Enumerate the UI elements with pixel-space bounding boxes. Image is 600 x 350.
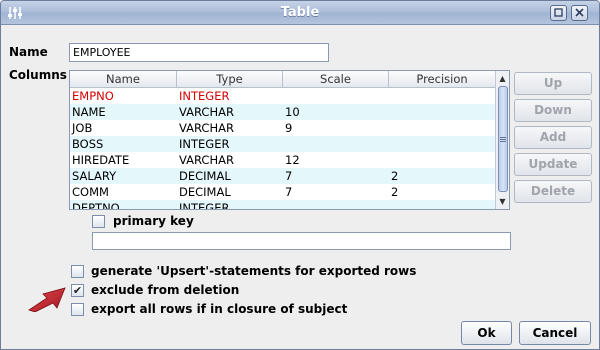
cell-scale — [283, 136, 389, 152]
table-row[interactable]: JOB VARCHAR 9 — [70, 120, 496, 136]
add-button[interactable]: Add — [514, 126, 592, 149]
cell-precision — [389, 88, 496, 104]
table-row[interactable]: BOSS INTEGER — [70, 136, 496, 152]
export-all-label: export all rows if in closure of subject — [91, 302, 348, 316]
title-bar[interactable]: Table — [1, 1, 599, 25]
columns-label: Columns — [9, 68, 67, 82]
cell-name: EMPNO — [72, 89, 114, 103]
window-title: Table — [280, 5, 320, 20]
cell-type: VARCHAR — [179, 105, 234, 119]
cell-type: DECIMAL — [179, 185, 231, 199]
exclude-label: exclude from deletion — [91, 283, 240, 297]
column-edit-field[interactable] — [92, 232, 511, 250]
primary-key-label: primary key — [113, 214, 194, 228]
scroll-down-icon[interactable]: ▼ — [496, 195, 509, 208]
minimize-icon — [554, 8, 563, 17]
cell-name: JOB — [72, 121, 93, 135]
cell-type: INTEGER — [179, 137, 230, 151]
scroll-up-icon[interactable]: ▲ — [496, 72, 509, 85]
cell-precision — [389, 136, 496, 152]
delete-button[interactable]: Delete — [514, 180, 592, 203]
cell-scale: 10 — [285, 105, 300, 119]
primary-key-checkbox[interactable] — [92, 215, 105, 228]
exclude-checkbox[interactable]: ✔ — [71, 284, 84, 297]
close-button[interactable] — [571, 5, 588, 21]
update-button[interactable]: Update — [514, 153, 592, 176]
table-rows: EMPNO INTEGER NAME VARCHAR 10 JOB VARCHAR 9 BOSS… — [70, 88, 496, 210]
close-icon — [575, 8, 584, 17]
cell-scale: 7 — [285, 169, 293, 183]
cell-scale: 7 — [285, 185, 293, 199]
cell-scale: 9 — [285, 121, 293, 135]
cell-precision: 2 — [391, 185, 399, 199]
cell-scale: 12 — [285, 153, 300, 167]
up-button[interactable]: Up — [514, 72, 592, 95]
cell-name: NAME — [72, 105, 106, 119]
cell-name: BOSS — [72, 137, 104, 151]
header-type[interactable]: Type — [177, 71, 283, 88]
table-row[interactable]: COMM DECIMAL 7 2 — [70, 184, 496, 200]
cell-type: VARCHAR — [179, 121, 234, 135]
columns-table[interactable]: Name Type Scale Precision EMPNO INTEGER NA… — [69, 70, 510, 210]
cell-precision — [389, 152, 496, 168]
table-row[interactable]: DEPTNO INTEGER — [70, 200, 496, 210]
header-name[interactable]: Name — [70, 71, 177, 88]
export-all-checkbox[interactable] — [71, 303, 84, 316]
cell-precision — [389, 200, 496, 209]
cell-type: INTEGER — [179, 201, 230, 210]
cell-type: DECIMAL — [179, 169, 231, 183]
table-row[interactable]: NAME VARCHAR 10 — [70, 104, 496, 120]
ok-button[interactable]: Ok — [461, 321, 512, 345]
table-header: Name Type Scale Precision — [70, 71, 496, 88]
table-name-field[interactable]: EMPLOYEE — [69, 43, 329, 62]
cell-scale — [283, 88, 389, 104]
cell-type: VARCHAR — [179, 153, 234, 167]
table-row[interactable]: HIREDATE VARCHAR 12 — [70, 152, 496, 168]
upsert-checkbox[interactable] — [71, 265, 84, 278]
table-scrollbar[interactable]: ▲ ▼ — [495, 71, 509, 209]
scroll-thumb[interactable] — [498, 86, 508, 192]
header-precision[interactable]: Precision — [389, 71, 496, 88]
header-scale[interactable]: Scale — [283, 71, 389, 88]
cell-name: DEPTNO — [72, 201, 120, 210]
cell-type: INTEGER — [179, 89, 230, 103]
upsert-label: generate 'Upsert'-statements for exporte… — [91, 264, 417, 278]
cancel-button[interactable]: Cancel — [519, 321, 591, 345]
cell-name: SALARY — [72, 169, 117, 183]
cell-scale — [283, 200, 389, 209]
down-button[interactable]: Down — [514, 99, 592, 122]
table-row[interactable]: SALARY DECIMAL 7 2 — [70, 168, 496, 184]
cell-name: COMM — [72, 185, 109, 199]
cell-precision: 2 — [391, 169, 399, 183]
cell-precision — [389, 104, 496, 120]
cell-precision — [389, 120, 496, 136]
table-row[interactable]: EMPNO INTEGER — [70, 88, 496, 104]
name-label: Name — [9, 45, 48, 59]
table-dialog: Table Name EMPLOYEE Columns Name Type Sc… — [0, 0, 600, 350]
cell-name: HIREDATE — [72, 153, 130, 167]
red-arrow-icon — [28, 287, 66, 312]
minimize-button[interactable] — [550, 5, 567, 21]
